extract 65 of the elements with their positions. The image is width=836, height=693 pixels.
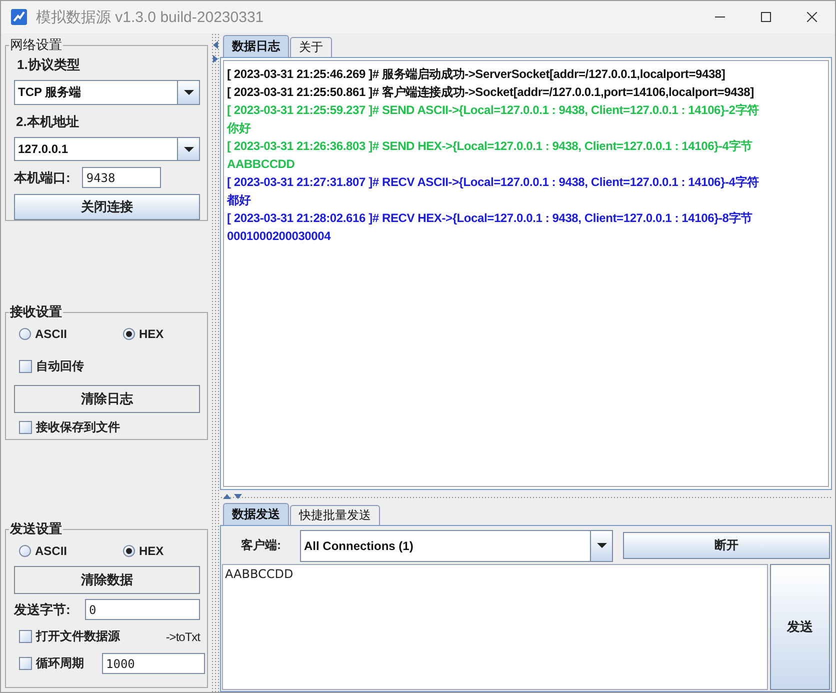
log-line: [ 2023-03-31 21:25:59.237 ]# SEND ASCII->{Local=127.0.0.1 : 9438, Client=127.0.0.1 : 14106}-2字符 — [227, 102, 760, 119]
log-line: 0001000200030004 — [227, 228, 332, 245]
radio-button[interactable] — [123, 545, 135, 557]
client-label: 客户端: — [240, 537, 282, 554]
caret-icon — [182, 146, 194, 153]
clear-data-button[interactable]: 清除数据 — [14, 566, 200, 594]
radio-button[interactable] — [19, 545, 31, 557]
to-txt-link[interactable]: ->toTxt — [166, 630, 200, 644]
field-label: 发送字节: — [14, 600, 70, 618]
group-title: 网络设置 — [9, 37, 63, 54]
dropdown-button[interactable] — [590, 530, 612, 560]
log-line: [ 2023-03-31 21:25:46.269 ]# 服务端启动成功->ServerSocket[addr=/127.0.0.1,localport=9438] — [227, 66, 726, 83]
address-dropdown[interactable]: 127.0.0.1 — [14, 136, 200, 162]
client-dropdown[interactable]: All Connections (1) — [300, 530, 613, 562]
group-title: 接收设置 — [9, 304, 63, 321]
protocol-dropdown[interactable]: TCP 服务端 — [14, 80, 200, 105]
send-button[interactable]: 发送 — [770, 564, 830, 690]
group-title: 发送设置 — [9, 521, 63, 538]
collapse-down-icon[interactable] — [234, 494, 242, 499]
maximize-icon[interactable] — [761, 12, 771, 22]
tab[interactable]: 数据日志 — [223, 35, 289, 57]
window-title: 模拟数据源 v1.3.0 build-20230331 — [36, 8, 265, 26]
checkbox-label: 循环周期 — [36, 655, 84, 672]
radio-label: HEX — [139, 544, 164, 558]
field-label: 2.本机地址 — [16, 112, 80, 131]
log-line: 都好 — [227, 192, 252, 209]
radio-button[interactable] — [123, 328, 135, 340]
port-field[interactable]: 9438 — [82, 167, 162, 188]
period-field[interactable]: 1000 — [102, 653, 205, 674]
close-icon[interactable] — [807, 12, 817, 22]
checkbox-label: 接收保存到文件 — [36, 419, 120, 436]
send-data-area[interactable]: AABBCCDD — [222, 564, 768, 690]
log-line: [ 2023-03-31 21:25:50.861 ]# 客户端连接成功->Socket[addr=/127.0.0.1,port=14106,localport=9438] — [227, 84, 755, 101]
caret-icon — [596, 542, 608, 549]
dropdown-button[interactable] — [177, 138, 199, 160]
log-line: 你好 — [227, 120, 252, 137]
checkbox-label: 打开文件数据源 — [36, 628, 120, 645]
checkbox[interactable] — [19, 657, 32, 670]
tab[interactable]: 关于 — [290, 37, 332, 57]
field-label: 1.协议类型 — [17, 56, 81, 74]
log-line: [ 2023-03-31 21:27:31.807 ]# RECV ASCII->{Local=127.0.0.1 : 9438, Client=127.0.0.1 : 14106}-4字符 — [227, 174, 760, 191]
clear-log-button[interactable]: 清除日志 — [14, 385, 200, 413]
radio-label: ASCII — [35, 544, 68, 558]
log-line: [ 2023-03-31 21:26:36.803 ]# SEND HEX->{Local=127.0.0.1 : 9438, Client=127.0.0.1 : 14106}-4字节 — [227, 138, 754, 155]
app-icon — [10, 8, 28, 26]
dropdown-button[interactable] — [177, 81, 199, 104]
disconnect-button[interactable]: 断开 — [623, 532, 830, 559]
tab[interactable]: 数据发送 — [223, 503, 289, 525]
checkbox[interactable] — [19, 630, 32, 643]
log-line: AABBCCDD — [227, 156, 296, 173]
tab[interactable]: 快捷批量发送 — [290, 505, 380, 525]
radio-button[interactable] — [19, 328, 31, 340]
checkbox[interactable] — [19, 421, 32, 434]
send-bytes-field[interactable]: 0 — [85, 599, 200, 620]
radio-label: HEX — [139, 327, 164, 341]
collapse-up-icon[interactable] — [223, 494, 231, 499]
caret-icon — [182, 88, 194, 96]
collapse-right-icon[interactable] — [213, 55, 218, 63]
log-line: [ 2023-03-31 21:28:02.616 ]# RECV HEX->{Local=127.0.0.1 : 9438, Client=127.0.0.1 : 14106}-8字节 — [227, 210, 754, 227]
field-label: 本机端口: — [14, 168, 70, 187]
close-connection-button[interactable]: 关闭连接 — [14, 194, 200, 220]
collapse-left-icon[interactable] — [213, 41, 218, 49]
checkbox-label: 自动回传 — [36, 358, 84, 375]
checkbox[interactable] — [19, 360, 32, 373]
radio-label: ASCII — [35, 327, 68, 341]
